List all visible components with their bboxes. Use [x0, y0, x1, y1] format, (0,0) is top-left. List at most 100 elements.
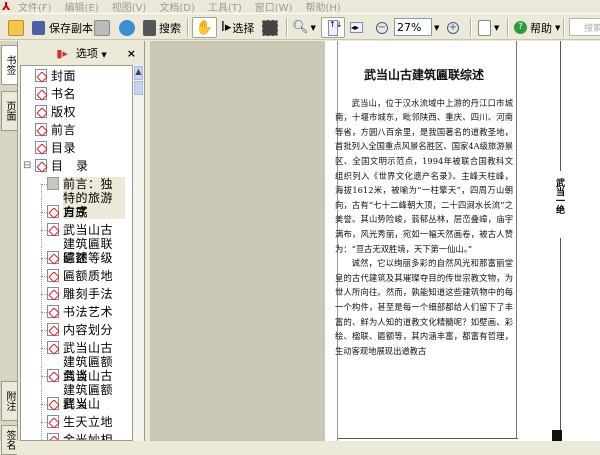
folder-open-icon	[8, 19, 24, 36]
bookmark-item[interactable]: 生天立地	[41, 415, 125, 429]
pdf-page-icon	[35, 87, 47, 100]
options-menu[interactable]: 选项 ▼	[76, 45, 107, 61]
bookmark-label: 内容划分	[63, 323, 114, 337]
bookmark-item[interactable]: 书法艺术	[41, 305, 125, 319]
zoom-value: 27%	[397, 20, 422, 34]
menu-tools[interactable]: 工具(T)	[208, 0, 242, 14]
tab-bookmarks[interactable]: 书签	[1, 45, 17, 85]
search-button[interactable]: 搜索	[143, 17, 181, 38]
chevron-down-icon: ▼	[310, 23, 316, 32]
binoculars-icon	[143, 19, 156, 36]
zoom-dropdown[interactable]: ▼	[434, 17, 439, 38]
tab-attachments[interactable]: 附注	[1, 381, 17, 421]
panel-tab-strip: 书签 页面 附注 签名	[0, 41, 18, 455]
bookmark-item[interactable]: 武当山	[41, 397, 125, 411]
pdf-page-icon	[47, 433, 59, 440]
options-icon: ▮▸	[56, 46, 68, 60]
bookmark-label: 封面	[51, 69, 77, 83]
bookmark-item[interactable]: 书名	[35, 87, 131, 101]
pdf-page-icon	[35, 141, 47, 154]
pdf-page-icon	[47, 305, 59, 318]
bookmark-item[interactable]: ⊟ 目 录	[23, 159, 131, 173]
help-label: 帮助	[530, 21, 552, 35]
pdf-page-icon	[47, 323, 59, 336]
floppy-disk-icon	[32, 20, 45, 35]
bookmark-item[interactable]: 雕刻手法	[41, 287, 125, 301]
bookmark-label: 金光妙相	[63, 433, 114, 441]
fit-width-button[interactable]: ◂▸	[350, 17, 363, 38]
pdf-page-icon	[47, 269, 59, 282]
plus-circle-icon: +	[447, 21, 459, 34]
open-button[interactable]	[8, 17, 24, 38]
tab-signatures[interactable]: 签名	[1, 425, 17, 455]
pdf-page-icon	[47, 415, 59, 428]
hand-tool-button[interactable]: ✋	[192, 17, 217, 38]
hand-icon: ✋	[195, 19, 214, 36]
fit-page-button[interactable]: ↑↓	[321, 17, 345, 38]
bookmark-label: 版权	[51, 105, 77, 119]
bookmark-label: 匾额质地	[63, 269, 114, 283]
fit-width-icon: ◂▸	[350, 22, 363, 33]
bookmark-item[interactable]: 封面	[35, 69, 131, 83]
bookmark-label: 匾额等级	[63, 251, 114, 265]
bookmark-label: 目 录	[51, 159, 89, 173]
zoom-tool-button[interactable]: 🔍︎ ▼	[292, 17, 316, 38]
bookmark-item[interactable]: 版权	[35, 105, 131, 119]
paragraph: 诚然，它以绚丽多彩的自然风光和那富丽堂皇的古代建筑及其璀璨夺目的传世宗教文物，为…	[335, 258, 513, 356]
menu-view[interactable]: 视图(V)	[112, 0, 147, 14]
zoom-in-button[interactable]: +	[447, 17, 459, 38]
toolbar: 保存副本 搜索 ✋ I▸ 选择 🔍︎ ▼ ↑↓ ◂▸ − 27% ▼ + ▼ ? 帮助…	[0, 13, 600, 40]
fit-page-icon: ↑↓	[328, 19, 342, 36]
bookmark-item[interactable]: 目录	[35, 141, 131, 155]
bookmarks-tree: 封面 书名 版权 前言 目录 ⊟ 目 录前言：独特的旅游方式 自序 武当山古建筑匾联综述 匾额等级…	[20, 65, 133, 441]
bookmark-item[interactable]: 金光妙相	[47, 433, 125, 441]
menu-file[interactable]: 文件(F)	[18, 0, 52, 14]
bookmark-label: 前言	[51, 123, 77, 137]
zoom-input[interactable]: 27%	[394, 18, 432, 36]
select-label: 选择	[232, 21, 255, 35]
text-cursor-icon: I▸	[221, 20, 232, 35]
menu-edit[interactable]: 编辑(E)	[65, 0, 99, 14]
acrobat-logo-icon: ⅄	[2, 0, 11, 13]
bookmark-item[interactable]: 匾额质地	[41, 269, 125, 283]
pdf-page-icon	[35, 159, 47, 172]
bookmark-item[interactable]: 自序	[41, 205, 125, 219]
search-input[interactable]: 搜索	[569, 18, 600, 36]
help-icon: ?	[514, 21, 527, 34]
select-tool-button[interactable]: I▸ 选择	[221, 17, 254, 38]
menu-document[interactable]: 文档(D)	[159, 0, 195, 14]
bookmark-item[interactable]: 前言	[35, 123, 131, 137]
tab-pages[interactable]: 页面	[1, 91, 17, 131]
document-content: 武当山古建筑匾联综述 武当山，位于汉水流域中上游的丹江口市城南，十堰市城东，毗邻…	[335, 68, 513, 358]
pdf-page-icon	[47, 369, 59, 382]
close-panel-button[interactable]: ×	[127, 47, 136, 60]
document-background	[150, 41, 325, 441]
bookmark-label: 武当山	[63, 397, 101, 411]
chevron-down-icon: ▼	[434, 23, 440, 32]
collapse-icon[interactable]: ⊟	[23, 159, 31, 173]
bookmark-label: 书法艺术	[63, 305, 114, 319]
pdf-page-icon	[47, 223, 59, 236]
zoom-out-button[interactable]: −	[376, 17, 388, 38]
help-button[interactable]: ? 帮助 ▼	[514, 17, 560, 38]
bookmark-label: 自序	[63, 205, 89, 219]
save-copy-button[interactable]: 保存副本	[32, 17, 93, 38]
print-button[interactable]	[94, 17, 110, 38]
scroll-thumb[interactable]	[134, 81, 143, 95]
menu-window[interactable]: 窗口(W)	[255, 0, 293, 14]
snapshot-button[interactable]	[262, 17, 278, 38]
pdf-page-icon	[35, 123, 47, 136]
pdf-page-icon	[35, 69, 47, 82]
options-label: 选项	[75, 47, 98, 60]
page-layout-button[interactable]: ▼	[478, 17, 499, 38]
scroll-up-button[interactable]: ▲	[134, 66, 143, 80]
panel-scrollbar[interactable]: ▲	[133, 65, 144, 441]
email-button[interactable]	[119, 17, 135, 38]
bookmark-item[interactable]: 内容划分	[41, 323, 125, 337]
minus-circle-icon: −	[376, 21, 388, 34]
chevron-down-icon: ▼	[555, 23, 561, 32]
camera-icon	[262, 19, 278, 36]
bookmark-item[interactable]: 匾额等级	[41, 251, 125, 265]
menu-bar: ⅄ 文件(F) 编辑(E) 视图(V) 文档(D) 工具(T) 窗口(W) 帮助…	[0, 0, 600, 14]
menu-help[interactable]: 帮助(H)	[305, 0, 340, 14]
